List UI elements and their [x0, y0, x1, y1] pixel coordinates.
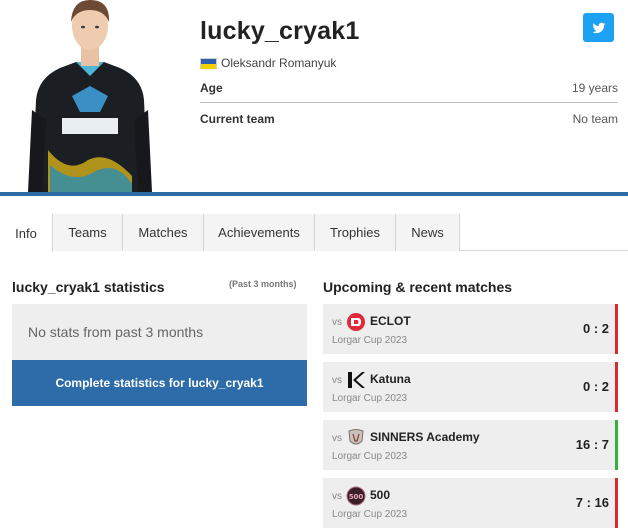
opponent-name[interactable]: SINNERS Academy — [370, 430, 480, 444]
sinners-logo-icon — [346, 428, 366, 448]
no-stats-message: No stats from past 3 months — [12, 304, 307, 360]
twitter-button[interactable] — [583, 13, 614, 42]
tab-news[interactable]: News — [396, 214, 460, 251]
match-item[interactable]: vs 500 500 Lorgar Cup 2023 7 : 16 — [323, 478, 618, 528]
age-label: Age — [200, 81, 223, 95]
age-value: 19 years — [571, 81, 618, 95]
result-loss-indicator — [615, 362, 618, 412]
player-photo — [28, 0, 152, 192]
vs-label: vs — [332, 491, 342, 502]
match-item[interactable]: vs ECLOT Lorgar Cup 2023 0 : 2 — [323, 304, 618, 354]
stats-title: lucky_cryak1 statistics — [12, 279, 165, 295]
match-score: 0 : 2 — [582, 379, 609, 394]
katuna-logo-icon — [346, 370, 366, 390]
match-item[interactable]: vs SINNERS Academy Lorgar Cup 2023 16 : … — [323, 420, 618, 470]
vs-label: vs — [332, 375, 342, 386]
vs-label: vs — [332, 317, 342, 328]
player-nickname: lucky_cryak1 — [200, 17, 360, 45]
complete-statistics-button[interactable]: Complete statistics for lucky_cryak1 — [12, 360, 307, 406]
opponent-name[interactable]: Katuna — [370, 372, 411, 386]
svg-text:500: 500 — [349, 493, 364, 501]
matches-title: Upcoming & recent matches — [323, 279, 513, 295]
profile-tabs: Info Teams Matches Achievements Trophies… — [0, 214, 628, 252]
tournament-name[interactable]: Lorgar Cup 2023 — [332, 393, 407, 404]
player-profile-header: lucky_cryak1 Oleksandr Romanyuk Age 19 y… — [0, 0, 628, 196]
player-photo-image — [28, 0, 152, 192]
tournament-name[interactable]: Lorgar Cup 2023 — [332, 335, 407, 346]
opponent-name[interactable]: 500 — [370, 488, 390, 502]
match-score: 16 : 7 — [575, 437, 609, 452]
match-item[interactable]: vs Katuna Lorgar Cup 2023 0 : 2 — [323, 362, 618, 412]
tabs-filler — [460, 214, 628, 251]
current-team-label: Current team — [200, 111, 275, 126]
tab-teams[interactable]: Teams — [53, 214, 123, 251]
current-team-value[interactable]: No team — [573, 112, 618, 126]
player-realname-row: Oleksandr Romanyuk — [200, 56, 336, 70]
result-loss-indicator — [615, 478, 618, 528]
tournament-name[interactable]: Lorgar Cup 2023 — [332, 509, 407, 520]
match-score: 0 : 2 — [582, 321, 609, 336]
player-age-row: Age 19 years — [200, 74, 618, 103]
result-loss-indicator — [615, 304, 618, 354]
stats-period: (Past 3 months) — [229, 279, 297, 289]
player-real-name: Oleksandr Romanyuk — [221, 56, 337, 70]
tab-info[interactable]: Info — [0, 214, 53, 252]
twitter-icon — [592, 22, 605, 33]
tab-achievements[interactable]: Achievements — [204, 214, 315, 251]
500-logo-icon: 500 — [346, 486, 366, 506]
profile-accent-bar — [0, 192, 628, 196]
tab-matches[interactable]: Matches — [123, 214, 204, 251]
result-win-indicator — [615, 420, 618, 470]
player-team-row: Current team No team — [200, 104, 618, 133]
tab-trophies[interactable]: Trophies — [315, 214, 396, 251]
opponent-name[interactable]: ECLOT — [370, 314, 411, 328]
eclot-logo-icon — [346, 312, 366, 332]
ukraine-flag-icon — [200, 57, 217, 69]
match-score: 7 : 16 — [575, 495, 609, 510]
vs-label: vs — [332, 433, 342, 444]
tournament-name[interactable]: Lorgar Cup 2023 — [332, 451, 407, 462]
